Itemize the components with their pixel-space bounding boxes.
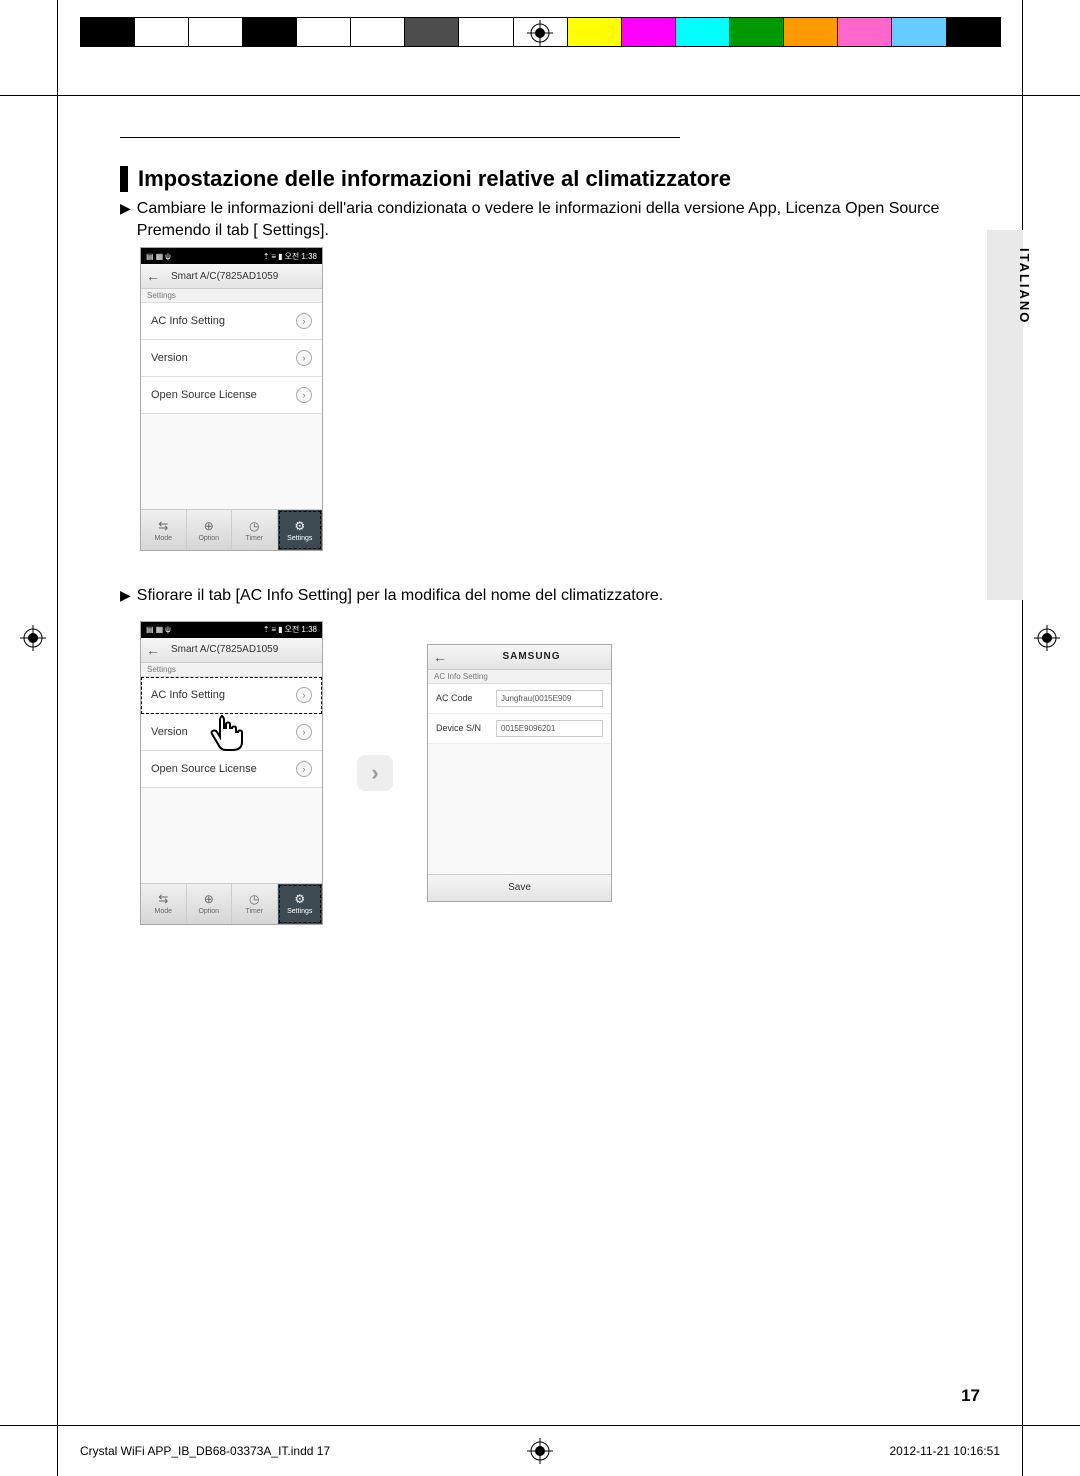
gear-icon: ⚙	[294, 519, 305, 533]
chevron-right-icon: ›	[296, 687, 312, 703]
breadcrumb: Settings	[141, 663, 322, 677]
field-row: AC Code Jungfrau(0015E909	[428, 684, 611, 714]
language-tab: ITALIANO	[987, 230, 1023, 600]
list-item[interactable]: AC Info Setting›	[141, 303, 322, 340]
app-title-row: ← Smart A/C(7825AD1059	[141, 264, 322, 289]
chevron-right-icon: ›	[296, 761, 312, 777]
save-button[interactable]: Save	[428, 874, 611, 901]
heading-rule	[120, 137, 680, 138]
bullet-text: Cambiare le informazioni dell'aria condi…	[137, 198, 980, 241]
section-heading: Impostazione delle informazioni relative…	[138, 166, 980, 192]
heading-wrap: Impostazione delle informazioni relative…	[120, 166, 980, 192]
tab-settings[interactable]: ⚙Settings	[278, 884, 323, 924]
app-title-row: ← Smart A/C(7825AD1059	[141, 638, 322, 663]
list-item[interactable]: Version›	[141, 340, 322, 377]
brand-label: SAMSUNG	[452, 651, 611, 662]
screenshot-row: ▤▦ψ ⇡≡▮오전 1:38 ← Smart A/C(7825AD1059 Se…	[140, 621, 980, 925]
triangle-icon: ▶	[120, 198, 131, 219]
status-time: 오전 1:38	[284, 625, 317, 634]
status-time: 오전 1:38	[284, 252, 317, 261]
bullet-1: ▶ Cambiare le informazioni dell'aria con…	[120, 198, 980, 241]
back-icon[interactable]: ←	[141, 642, 165, 658]
mode-icon: ⇆	[158, 519, 168, 533]
tab-settings[interactable]: ⚙Settings	[278, 510, 323, 550]
tab-timer[interactable]: ◷Timer	[232, 510, 278, 550]
list-item[interactable]: Open Source License›	[141, 377, 322, 414]
status-bar: ▤▦ψ ⇡≡▮오전 1:38	[141, 622, 322, 638]
registration-mark-icon	[527, 20, 553, 46]
phone-screenshot-2: ▤▦ψ ⇡≡▮오전 1:38 ← Smart A/C(7825AD1059 Se…	[140, 621, 323, 925]
chevron-right-icon: ›	[296, 313, 312, 329]
back-icon[interactable]: ←	[428, 649, 452, 665]
app-title: Smart A/C(7825AD1059	[165, 271, 278, 282]
phone-screenshot-3: ← SAMSUNG AC Info Setting AC Code Jungfr…	[427, 644, 612, 902]
app-title: Smart A/C(7825AD1059	[165, 644, 278, 655]
option-icon: ⊕	[204, 519, 214, 533]
tab-option[interactable]: ⊕Option	[187, 510, 233, 550]
page: ITALIANO Impostazione delle informazioni…	[0, 0, 1080, 1476]
content-area: Impostazione delle informazioni relative…	[120, 165, 980, 925]
arrow-right-icon: ›	[357, 755, 393, 791]
breadcrumb: Settings	[141, 289, 322, 303]
settings-list: AC Info Setting› Version› Open Source Li…	[141, 303, 322, 414]
tap-hand-icon	[203, 708, 247, 752]
device-sn-input[interactable]: 0015E9096201	[496, 720, 603, 737]
field-label: Device S/N	[436, 723, 496, 733]
footer: Crystal WiFi APP_IB_DB68-03373A_IT.indd …	[80, 1444, 1000, 1458]
tab-bar: ⇆Mode ⊕Option ◷Timer ⚙Settings	[141, 883, 322, 924]
status-bar: ▤▦ψ ⇡≡▮오전 1:38	[141, 248, 322, 264]
chevron-right-icon: ›	[296, 350, 312, 366]
chevron-right-icon: ›	[296, 387, 312, 403]
page-number: 17	[961, 1386, 980, 1406]
tab-option[interactable]: ⊕Option	[187, 884, 233, 924]
phone-screenshot-1: ▤▦ψ ⇡≡▮오전 1:38 ← Smart A/C(7825AD1059 Se…	[140, 247, 323, 551]
back-icon[interactable]: ←	[141, 268, 165, 284]
ac-code-input[interactable]: Jungfrau(0015E909	[496, 690, 603, 707]
chevron-right-icon: ›	[296, 724, 312, 740]
registration-mark-icon	[1034, 625, 1060, 651]
footer-file: Crystal WiFi APP_IB_DB68-03373A_IT.indd …	[80, 1444, 330, 1458]
language-label: ITALIANO	[996, 248, 1032, 324]
tab-bar: ⇆Mode ⊕Option ◷Timer ⚙Settings	[141, 509, 322, 550]
tab-mode[interactable]: ⇆Mode	[141, 510, 187, 550]
bullet-2: ▶ Sfiorare il tab [AC Info Setting] per …	[120, 585, 980, 607]
tab-timer[interactable]: ◷Timer	[232, 884, 278, 924]
footer-timestamp: 2012-11-21 10:16:51	[889, 1444, 1000, 1458]
registration-mark-icon	[20, 625, 46, 651]
bullet-text: Sfiorare il tab [AC Info Setting] per la…	[137, 585, 663, 607]
app-title-row: ← SAMSUNG	[428, 645, 611, 670]
tab-mode[interactable]: ⇆Mode	[141, 884, 187, 924]
breadcrumb: AC Info Setting	[428, 670, 611, 684]
field-row: Device S/N 0015E9096201	[428, 714, 611, 744]
list-item[interactable]: Open Source License›	[141, 751, 322, 788]
field-label: AC Code	[436, 693, 496, 703]
timer-icon: ◷	[249, 519, 259, 533]
triangle-icon: ▶	[120, 585, 131, 606]
